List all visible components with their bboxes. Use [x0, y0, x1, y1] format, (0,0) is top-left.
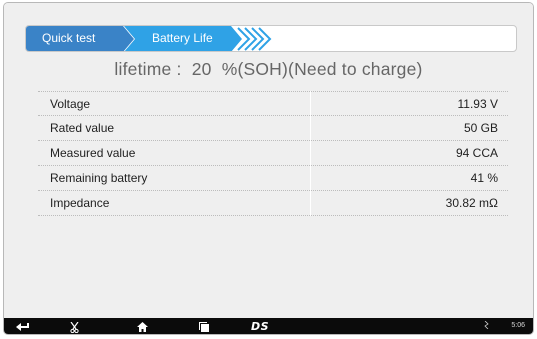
row-label: Rated value [50, 121, 115, 135]
app-screen: Quick test Battery Life lifetime : 20 %(… [4, 3, 533, 318]
table-row: Measured value 94 CCA [38, 141, 508, 166]
row-label: Voltage [50, 97, 91, 111]
column-divider [310, 91, 311, 216]
row-value: 30.82 mΩ [445, 196, 498, 210]
row-label: Impedance [50, 196, 110, 210]
lifetime-unit: %(SOH)(Need to charge) [221, 59, 423, 79]
back-icon[interactable] [14, 319, 30, 334]
table-row: Rated value 50 GB [38, 116, 508, 141]
row-label: Remaining battery [50, 171, 148, 185]
lifetime-label: lifetime : [114, 59, 182, 79]
lifetime-result: lifetime : 20 %(SOH)(Need to charge) [4, 59, 533, 80]
breadcrumb: Quick test Battery Life [25, 25, 517, 52]
signal-icon [484, 320, 489, 331]
home-icon[interactable] [135, 319, 149, 334]
table-row: Remaining battery 41 % [38, 166, 508, 191]
lifetime-value: 20 [191, 59, 212, 79]
battery-data-table: Voltage 11.93 V Rated value 50 GB Measur… [38, 91, 508, 216]
row-label: Measured value [50, 146, 136, 160]
breadcrumb-item-battery-life: Battery Life [152, 31, 213, 45]
bottom-navigation-bar: DS 5:06 [4, 318, 533, 334]
clock: 5:06 [511, 322, 525, 329]
breadcrumb-item-quick-test[interactable]: Quick test [42, 26, 95, 51]
table-row: Voltage 11.93 V [38, 91, 508, 116]
row-value: 11.93 V [457, 97, 498, 111]
device-frame: Quick test Battery Life lifetime : 20 %(… [3, 2, 534, 335]
brand-logo: DS [251, 320, 270, 333]
row-value: 50 GB [463, 121, 498, 135]
table-row: Impedance 30.82 mΩ [38, 191, 508, 216]
row-value: 94 CCA [455, 146, 498, 160]
breadcrumb-shapes [26, 26, 272, 51]
chevrons-icon [237, 27, 272, 51]
recent-apps-icon[interactable] [197, 319, 211, 334]
row-value: 41 % [470, 171, 498, 185]
scissors-icon[interactable] [67, 319, 81, 334]
